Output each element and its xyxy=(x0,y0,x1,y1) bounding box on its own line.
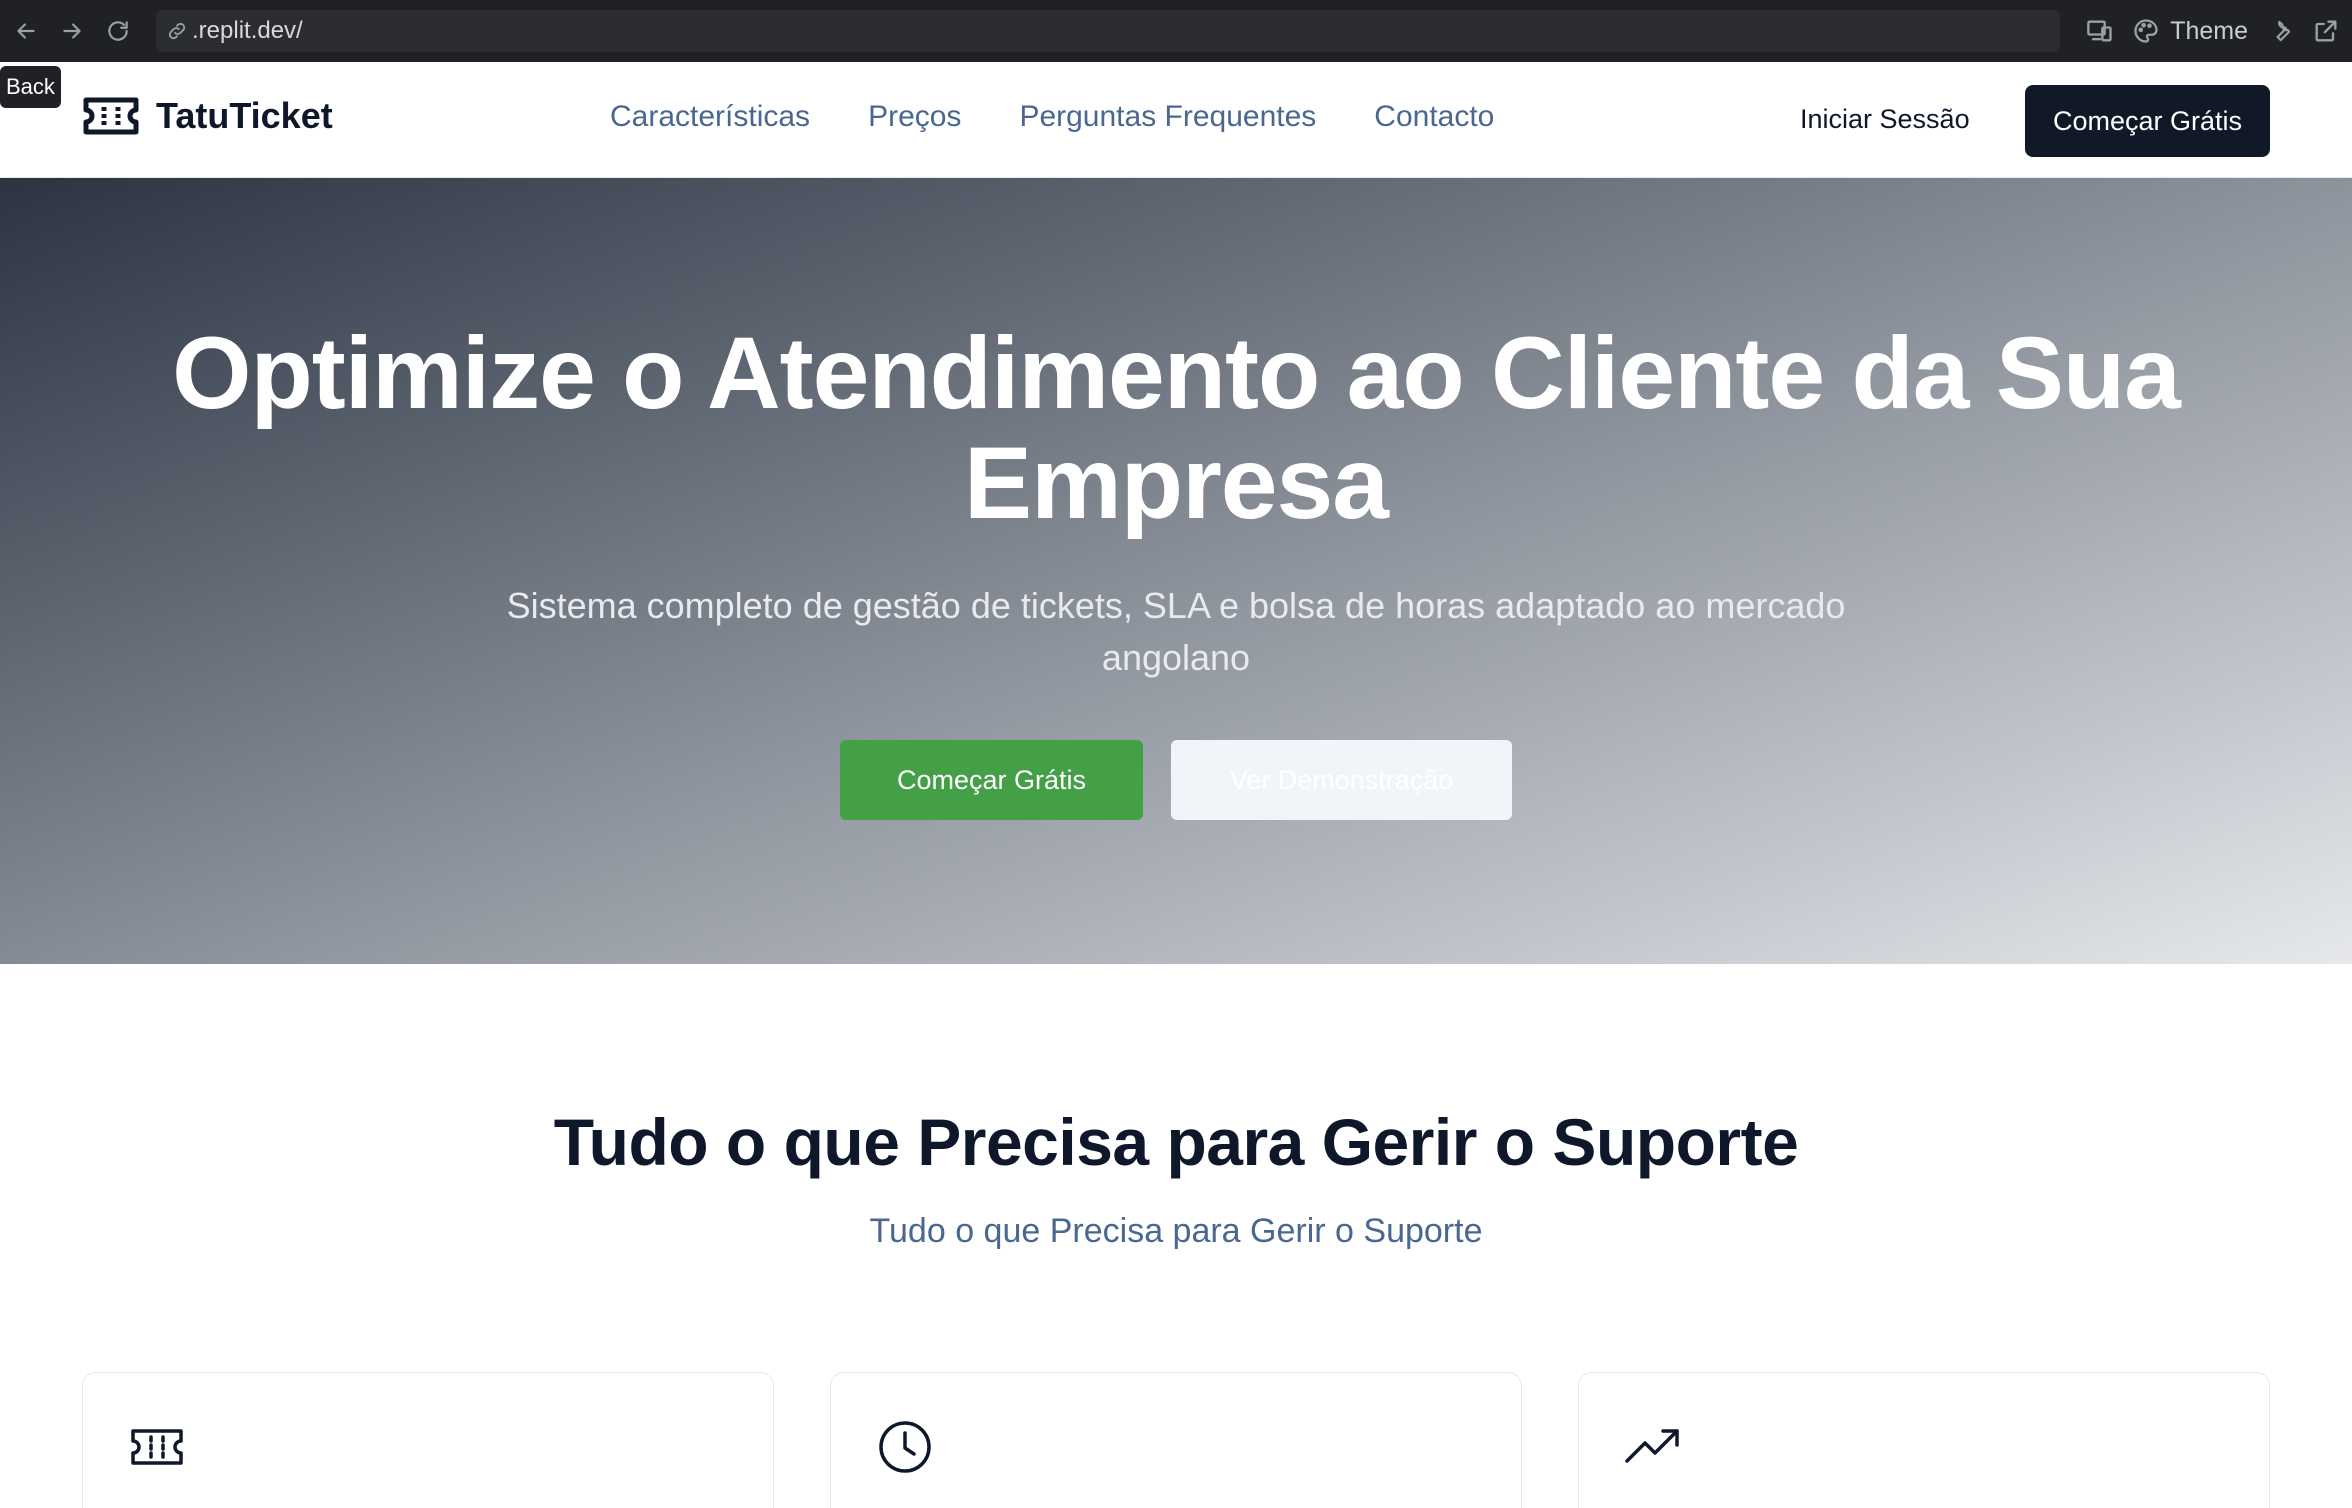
feature-card-reports xyxy=(1578,1372,2270,1508)
view-demo-button[interactable]: Ver Demonstração xyxy=(1171,740,1512,820)
ticket-icon xyxy=(83,97,139,135)
features-subtitle: Tudo o que Precisa para Gerir o Suporte xyxy=(869,1212,1483,1250)
logo[interactable]: TatuTicket xyxy=(82,94,333,138)
nav-link-contact[interactable]: Contacto xyxy=(1374,100,1494,134)
trending-up-icon xyxy=(1625,1429,1679,1463)
link-icon xyxy=(168,22,186,40)
reload-button[interactable] xyxy=(98,11,138,51)
devices-icon[interactable] xyxy=(2086,17,2114,45)
url-text: .replit.dev/ xyxy=(192,17,303,44)
nav-link-pricing[interactable]: Preços xyxy=(868,100,961,134)
arrow-left-icon xyxy=(17,23,35,39)
wrench-icon[interactable] xyxy=(2266,17,2294,45)
nav-link-features[interactable]: Características xyxy=(610,100,810,134)
hero-start-free-button[interactable]: Começar Grátis xyxy=(840,740,1143,820)
main-nav: Características Preços Perguntas Frequen… xyxy=(610,100,1494,134)
nav-link-faq[interactable]: Perguntas Frequentes xyxy=(1019,100,1316,134)
header-start-free-button[interactable]: Começar Grátis xyxy=(2025,85,2270,157)
feature-card-sla xyxy=(830,1372,1522,1508)
login-link[interactable]: Iniciar Sessão xyxy=(1800,104,1970,135)
browser-toolbar: .replit.dev/ Theme xyxy=(0,0,2352,62)
theme-button[interactable]: Theme xyxy=(2170,17,2248,46)
ticket-icon xyxy=(131,1429,183,1465)
clock-icon xyxy=(879,1421,931,1473)
back-tooltip: Back xyxy=(0,66,61,108)
features-title: Tudo o que Precisa para Gerir o Suporte xyxy=(553,1105,1799,1179)
reload-icon xyxy=(108,21,128,41)
forward-button[interactable] xyxy=(52,11,92,51)
address-bar[interactable]: .replit.dev/ xyxy=(156,10,2060,52)
site-header: TatuTicket Características Preços Pergun… xyxy=(0,62,2352,178)
brand-name: TatuTicket xyxy=(156,95,333,136)
hero-title: Optimize o Atendimento ao Cliente da Sua… xyxy=(172,316,2181,540)
external-link-icon[interactable] xyxy=(2312,17,2340,45)
hero-section: Optimize o Atendimento ao Cliente da Sua… xyxy=(0,178,2352,964)
palette-icon[interactable] xyxy=(2132,17,2160,45)
back-button[interactable] xyxy=(6,11,46,51)
arrow-right-icon xyxy=(63,23,81,39)
feature-card-tickets xyxy=(82,1372,774,1508)
hero-subtitle: Sistema completo de gestão de tickets, S… xyxy=(506,585,1846,678)
